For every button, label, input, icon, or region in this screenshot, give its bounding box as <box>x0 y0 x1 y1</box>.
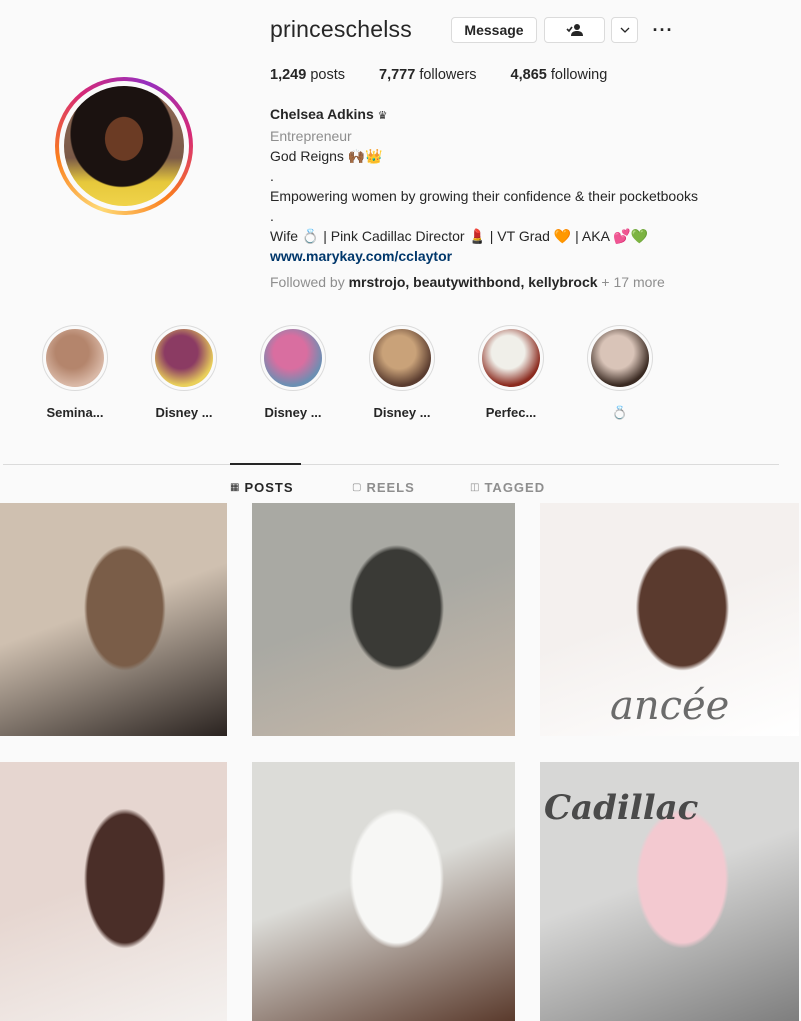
post-couple-atv[interactable] <box>252 503 515 736</box>
followers-stat[interactable]: 7,777 followers <box>379 67 477 83</box>
highlight-cover <box>478 325 544 391</box>
suggested-accounts-button[interactable] <box>611 17 638 43</box>
highlight-cover <box>151 325 217 391</box>
bio-dot-2: . <box>270 208 274 224</box>
more-options-icon[interactable]: ··· <box>650 17 676 43</box>
highlight-label: 💍 <box>611 405 629 420</box>
tabs-divider <box>3 464 779 465</box>
highlight-label: Semina... <box>46 405 104 420</box>
highlight-image <box>155 329 213 387</box>
shirt-text: ancée <box>610 683 730 729</box>
highlight-image <box>264 329 322 387</box>
chevron-down-icon <box>620 27 629 33</box>
active-tab-indicator <box>230 463 301 465</box>
highlight-image <box>591 329 649 387</box>
highlight-image <box>482 329 540 387</box>
avatar-photo <box>64 86 184 206</box>
post-fiancee-mug[interactable]: ancée <box>540 503 799 736</box>
highlight-cover <box>260 325 326 391</box>
cadillac-sign-text: Cadillac <box>544 788 699 828</box>
tab-posts[interactable]: ▦ POSTS <box>230 480 294 495</box>
bio-line-2: Empowering women by growing their confid… <box>270 188 699 204</box>
bio-line-1: God Reigns 🙌🏾👑 <box>270 148 383 164</box>
posts-stat[interactable]: 1,249 posts <box>270 67 345 83</box>
crown-icon: ♛ <box>377 110 388 122</box>
message-button[interactable]: Message <box>451 17 537 43</box>
highlight-image <box>373 329 431 387</box>
highlight-item[interactable]: Disney ... <box>139 325 229 421</box>
highlight-label: Disney ... <box>264 405 322 420</box>
post-pink-cadillac[interactable]: Cadillac <box>540 762 799 1021</box>
profile-bio: Chelsea Adkins ♛ Entrepreneur God Reigns… <box>270 104 790 292</box>
followed-by[interactable]: Followed by mrstrojo, beautywithbond, ke… <box>270 272 790 292</box>
highlight-item[interactable]: Disney ... <box>357 325 447 421</box>
highlight-item[interactable]: Disney ... <box>248 325 338 421</box>
profile-avatar[interactable] <box>55 77 193 215</box>
person-check-icon <box>565 24 583 36</box>
bio-line-3: Wife 💍 | Pink Cadillac Director 💄 | VT G… <box>270 228 648 244</box>
highlight-label: Perfec... <box>485 405 537 420</box>
bio-website-link[interactable]: www.marykay.com/cclaytor <box>270 246 790 266</box>
highlight-cover <box>42 325 108 391</box>
profile-category: Entrepreneur <box>270 128 352 144</box>
tab-reels[interactable]: ▢ REELS <box>352 480 415 495</box>
highlight-label: Disney ... <box>155 405 213 420</box>
grid-icon: ▦ <box>230 482 241 493</box>
highlight-item[interactable]: Semina... <box>30 325 120 421</box>
following-button[interactable] <box>544 17 605 43</box>
post-sunglasses[interactable] <box>0 762 227 1021</box>
reels-icon: ▢ <box>352 482 363 493</box>
tab-tagged[interactable]: ◫ TAGGED <box>470 480 545 495</box>
profile-username: princeschelss <box>270 16 412 42</box>
tagged-icon: ◫ <box>470 482 481 493</box>
post-balloons[interactable] <box>252 762 515 1021</box>
highlight-label: Disney ... <box>373 405 431 420</box>
following-stat[interactable]: 4,865 following <box>511 67 608 83</box>
highlight-item[interactable]: 💍 <box>575 325 665 421</box>
story-highlights: Semina... Disney ... Disney ... Disney ... P… <box>30 325 665 421</box>
bio-dot-1: . <box>270 168 274 184</box>
highlight-cover <box>369 325 435 391</box>
post-atv-boots[interactable] <box>0 503 227 736</box>
highlight-image <box>46 329 104 387</box>
full-name: Chelsea Adkins <box>270 106 374 122</box>
highlight-cover <box>587 325 653 391</box>
profile-stats: 1,249 posts 7,777 followers 4,865 follow… <box>270 67 607 83</box>
highlight-item[interactable]: Perfec... <box>466 325 556 421</box>
